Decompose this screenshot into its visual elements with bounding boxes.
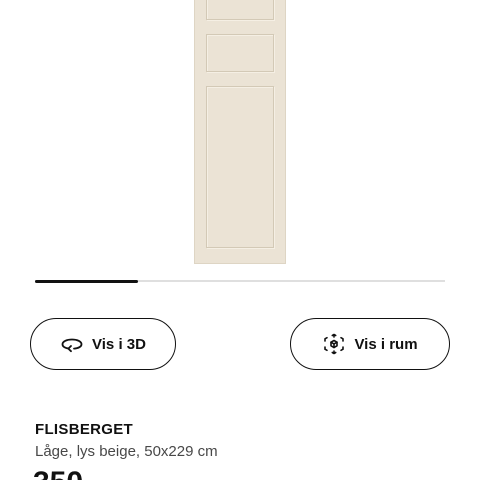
rotate-3d-icon (60, 332, 84, 356)
product-description: Låge, lys beige, 50x229 cm (35, 443, 218, 460)
product-price: 350 (33, 468, 83, 480)
door-panel-top (206, 0, 274, 20)
carousel-progress-indicator (35, 279, 138, 283)
door-illustration (194, 0, 286, 264)
door-panel-bottom (206, 86, 274, 248)
product-page: Vis i 3D Vis i rum FLISBERGET Låge, lys … (0, 0, 480, 480)
carousel-progress-track[interactable] (35, 279, 445, 283)
view-in-room-label: Vis i rum (354, 335, 418, 353)
ar-cube-icon (322, 332, 346, 356)
product-name[interactable]: FLISBERGET (35, 421, 133, 438)
door-panel-middle (206, 34, 274, 72)
view-in-3d-button[interactable]: Vis i 3D (30, 318, 176, 370)
view-in-room-button[interactable]: Vis i rum (290, 318, 450, 370)
product-image[interactable] (0, 0, 480, 268)
view-in-3d-label: Vis i 3D (92, 335, 146, 353)
